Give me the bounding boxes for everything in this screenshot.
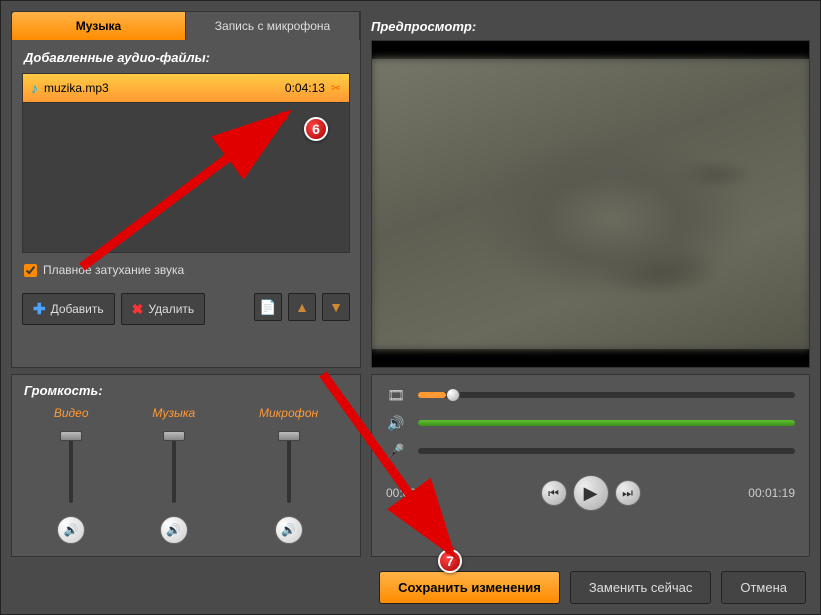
play-icon: ▶ bbox=[584, 483, 598, 504]
vol-video-slider[interactable] bbox=[56, 428, 86, 508]
time-current: 00:00:05 bbox=[386, 486, 456, 500]
arrow-down-icon: ▼ bbox=[329, 299, 343, 315]
audio-track[interactable] bbox=[418, 420, 795, 426]
play-button[interactable]: ▶ bbox=[573, 475, 609, 511]
save-button[interactable]: Сохранить изменения bbox=[379, 571, 560, 604]
speaker-track-icon: 🔊 bbox=[386, 415, 406, 432]
file-name: muzika.mp3 bbox=[44, 81, 279, 95]
files-title: Добавленные аудио-файлы: bbox=[12, 40, 360, 73]
replace-button[interactable]: Заменить сейчас bbox=[570, 571, 712, 604]
mic-track[interactable] bbox=[418, 448, 795, 454]
annotation-badge-6: 6 bbox=[304, 117, 328, 141]
add-label: Добавить bbox=[51, 302, 104, 316]
speaker-icon: 🔊 bbox=[281, 523, 296, 537]
mic-icon: 🎤 bbox=[386, 443, 406, 460]
x-icon: ✖ bbox=[132, 301, 144, 318]
page-icon: 📄 bbox=[259, 299, 276, 316]
move-up-button[interactable]: ▲ bbox=[288, 293, 316, 321]
tab-music[interactable]: Музыка bbox=[12, 12, 186, 40]
preview-video bbox=[371, 40, 810, 368]
delete-button[interactable]: ✖ Удалить bbox=[121, 293, 206, 325]
vol-video-label: Видео bbox=[54, 406, 89, 420]
page-icon-button[interactable]: 📄 bbox=[254, 293, 282, 321]
annotation-badge-7: 7 bbox=[438, 549, 462, 573]
vol-music-slider[interactable] bbox=[159, 428, 189, 508]
video-track[interactable] bbox=[418, 392, 795, 398]
fade-label: Плавное затухание звука bbox=[43, 263, 184, 277]
vol-music-mute[interactable]: 🔊 bbox=[160, 516, 188, 544]
next-icon: ⏭ bbox=[622, 486, 633, 501]
music-note-icon: ♪ bbox=[31, 80, 38, 96]
next-button[interactable]: ⏭ bbox=[615, 480, 641, 506]
vol-mic-label: Микрофон bbox=[259, 406, 318, 420]
vol-music-label: Музыка bbox=[152, 406, 195, 420]
prev-icon: ⏮ bbox=[548, 486, 559, 501]
speaker-icon: 🔊 bbox=[166, 523, 181, 537]
audio-file-row[interactable]: ♪ muzika.mp3 0:04:13 ✂ bbox=[23, 74, 349, 103]
tab-mic[interactable]: Запись с микрофона bbox=[186, 12, 360, 40]
time-total: 00:01:19 bbox=[725, 486, 795, 500]
arrow-up-icon: ▲ bbox=[295, 299, 309, 315]
vol-mic-mute[interactable]: 🔊 bbox=[275, 516, 303, 544]
fade-checkbox-row[interactable]: Плавное затухание звука bbox=[12, 253, 360, 287]
vol-mic-slider[interactable] bbox=[274, 428, 304, 508]
vol-video-mute[interactable]: 🔊 bbox=[57, 516, 85, 544]
add-button[interactable]: ✚ Добавить bbox=[22, 293, 115, 325]
volume-title: Громкость: bbox=[12, 375, 360, 406]
file-duration: 0:04:13 bbox=[285, 81, 325, 95]
cancel-button[interactable]: Отмена bbox=[721, 571, 806, 604]
film-icon: 🎞 bbox=[386, 387, 406, 404]
move-down-button[interactable]: ▼ bbox=[322, 293, 350, 321]
scissors-icon[interactable]: ✂ bbox=[331, 81, 341, 95]
delete-label: Удалить bbox=[148, 302, 194, 316]
prev-button[interactable]: ⏮ bbox=[541, 480, 567, 506]
speaker-icon: 🔊 bbox=[64, 523, 79, 537]
preview-title: Предпросмотр: bbox=[371, 11, 810, 40]
fade-checkbox[interactable] bbox=[24, 264, 37, 277]
plus-icon: ✚ bbox=[33, 300, 46, 318]
file-list: ♪ muzika.mp3 0:04:13 ✂ bbox=[22, 73, 350, 253]
